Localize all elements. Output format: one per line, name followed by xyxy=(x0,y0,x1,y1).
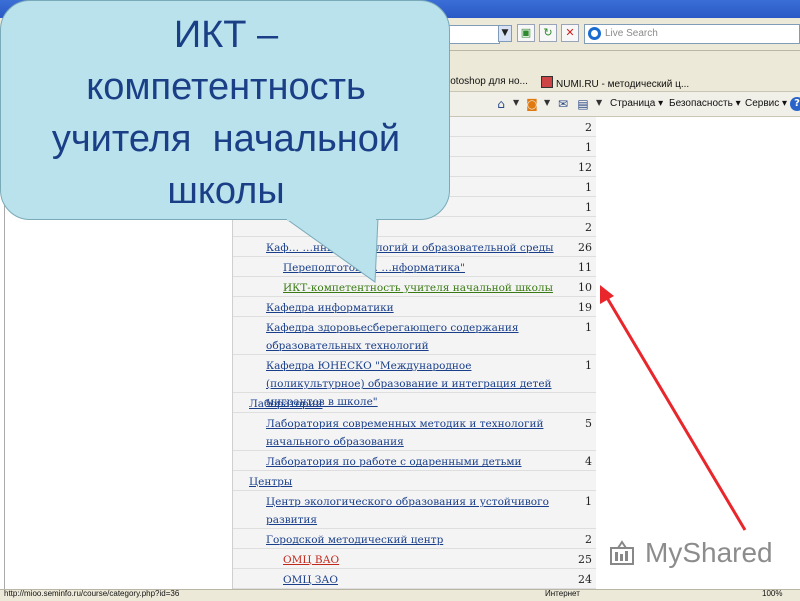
watermark-text: MyShared xyxy=(645,537,773,568)
stop-icon[interactable]: ✕ xyxy=(561,24,579,42)
course-count: 2 xyxy=(585,533,592,546)
course-count: 1 xyxy=(585,181,592,194)
table-row: Лаборатория по работе с одаренными детьм… xyxy=(233,451,596,471)
table-row: ОМЦ ЗАО 24 xyxy=(233,569,596,589)
course-count: 5 xyxy=(585,417,592,430)
category-link[interactable]: Кафедра информатики xyxy=(266,299,567,317)
status-zoom[interactable]: 100% xyxy=(762,590,782,598)
table-row: Центры xyxy=(233,471,596,491)
table-row: Лаборатория современных методик и технол… xyxy=(233,413,596,451)
category-link[interactable]: Лаборатории xyxy=(249,395,567,413)
course-count: 19 xyxy=(578,301,592,314)
category-link[interactable]: ИКТ-компетентность учителя начальной шко… xyxy=(283,279,567,297)
course-count: 2 xyxy=(585,221,592,234)
favorite-link-numi[interactable]: NUMI.RU - методический ц... xyxy=(541,76,689,90)
course-count: 1 xyxy=(585,359,592,372)
category-link[interactable]: ОМЦ ВАО xyxy=(283,551,567,569)
course-count: 12 xyxy=(578,161,592,174)
category-link[interactable]: ОМЦ ЗАО xyxy=(283,571,567,589)
numi-favicon-icon xyxy=(541,76,553,88)
compatibility-icon[interactable]: ▣ xyxy=(517,24,535,42)
menu-security[interactable]: Безопасность ▾ xyxy=(669,98,741,109)
status-bar: http://mioo.seminfo.ru/course/category.p… xyxy=(0,589,800,601)
status-url: http://mioo.seminfo.ru/course/category.p… xyxy=(4,589,180,598)
table-row: Переподготовк… …нформатика" 11 xyxy=(233,257,596,277)
category-link[interactable]: Центры xyxy=(249,473,567,491)
course-count: 10 xyxy=(578,281,592,294)
category-link[interactable]: Центр экологического образования и устой… xyxy=(266,493,567,529)
table-row: Городской методический центр 2 xyxy=(233,529,596,549)
callout-text: ИКТ – компетентность учителя начальной ш… xyxy=(1,9,451,217)
category-link[interactable]: Лаборатория по работе с одаренными детьм… xyxy=(266,453,567,471)
course-count: 1 xyxy=(585,495,592,508)
category-link[interactable]: Лаборатория современных методик и технол… xyxy=(266,415,567,451)
category-link[interactable]: Кафедра здоровьесберегающего содержания … xyxy=(266,319,567,355)
feeds-dropdown-icon[interactable]: ▼ xyxy=(544,98,550,107)
course-count: 2 xyxy=(585,121,592,134)
table-row: 2 xyxy=(233,217,596,237)
home-dropdown-icon[interactable]: ▼ xyxy=(513,98,519,107)
live-search-icon xyxy=(588,27,601,40)
course-count: 1 xyxy=(585,321,592,334)
course-count: 1 xyxy=(585,201,592,214)
category-link[interactable]: Городской методический центр xyxy=(266,531,567,549)
status-zone: Интернет xyxy=(545,589,580,598)
course-count: 11 xyxy=(578,261,592,274)
table-row: Каф… …нных технологий и образовательной … xyxy=(233,237,596,257)
category-link[interactable]: Переподготовк… …нформатика" xyxy=(283,259,567,277)
table-row: ИКТ-компетентность учителя начальной шко… xyxy=(233,277,596,297)
refresh-icon[interactable]: ↻ xyxy=(539,24,557,42)
watermark-logo-icon xyxy=(610,540,634,565)
home-icon[interactable]: ⌂ xyxy=(494,97,508,111)
feeds-icon[interactable]: ◙ xyxy=(525,97,539,111)
course-count: 4 xyxy=(585,455,592,468)
favorite-link-photoshop[interactable]: Photoshop для но... xyxy=(438,76,528,87)
table-row: Кафедра информатики 19 xyxy=(233,297,596,317)
print-icon[interactable]: ▤ xyxy=(576,97,590,111)
menu-page[interactable]: Страница ▾ xyxy=(610,98,663,109)
table-row: Кафедра здоровьесберегающего содержания … xyxy=(233,317,596,355)
table-row: ОМЦ ВАО 25 xyxy=(233,549,596,569)
address-dropdown-button[interactable]: ▼ xyxy=(498,25,512,42)
callout-line-2: компетентность xyxy=(86,66,366,108)
table-row: Кафедра ЮНЕСКО "Международное (поликульт… xyxy=(233,355,596,408)
mail-icon[interactable]: ✉ xyxy=(556,97,570,111)
table-row: Лаборатории xyxy=(233,393,596,413)
page-right-area xyxy=(596,117,800,589)
callout-bubble: ИКТ – компетентность учителя начальной ш… xyxy=(0,0,450,220)
table-row: Центр экологического образования и устой… xyxy=(233,491,596,529)
course-count: 24 xyxy=(578,573,592,586)
callout-line-4: школы xyxy=(167,170,285,212)
search-box[interactable]: Live Search xyxy=(584,24,800,44)
menu-tools[interactable]: Сервис ▾ xyxy=(745,98,787,109)
course-count: 1 xyxy=(585,141,592,154)
print-dropdown-icon[interactable]: ▼ xyxy=(596,98,602,107)
course-count: 26 xyxy=(578,241,592,254)
search-placeholder: Live Search xyxy=(605,28,658,39)
category-link[interactable]: Каф… …нных технологий и образовательной … xyxy=(266,239,567,257)
help-icon[interactable]: ? xyxy=(790,97,800,111)
callout-line-1: ИКТ – xyxy=(173,14,279,56)
course-count: 25 xyxy=(578,553,592,566)
callout-line-3: учителя начальной xyxy=(51,118,401,160)
